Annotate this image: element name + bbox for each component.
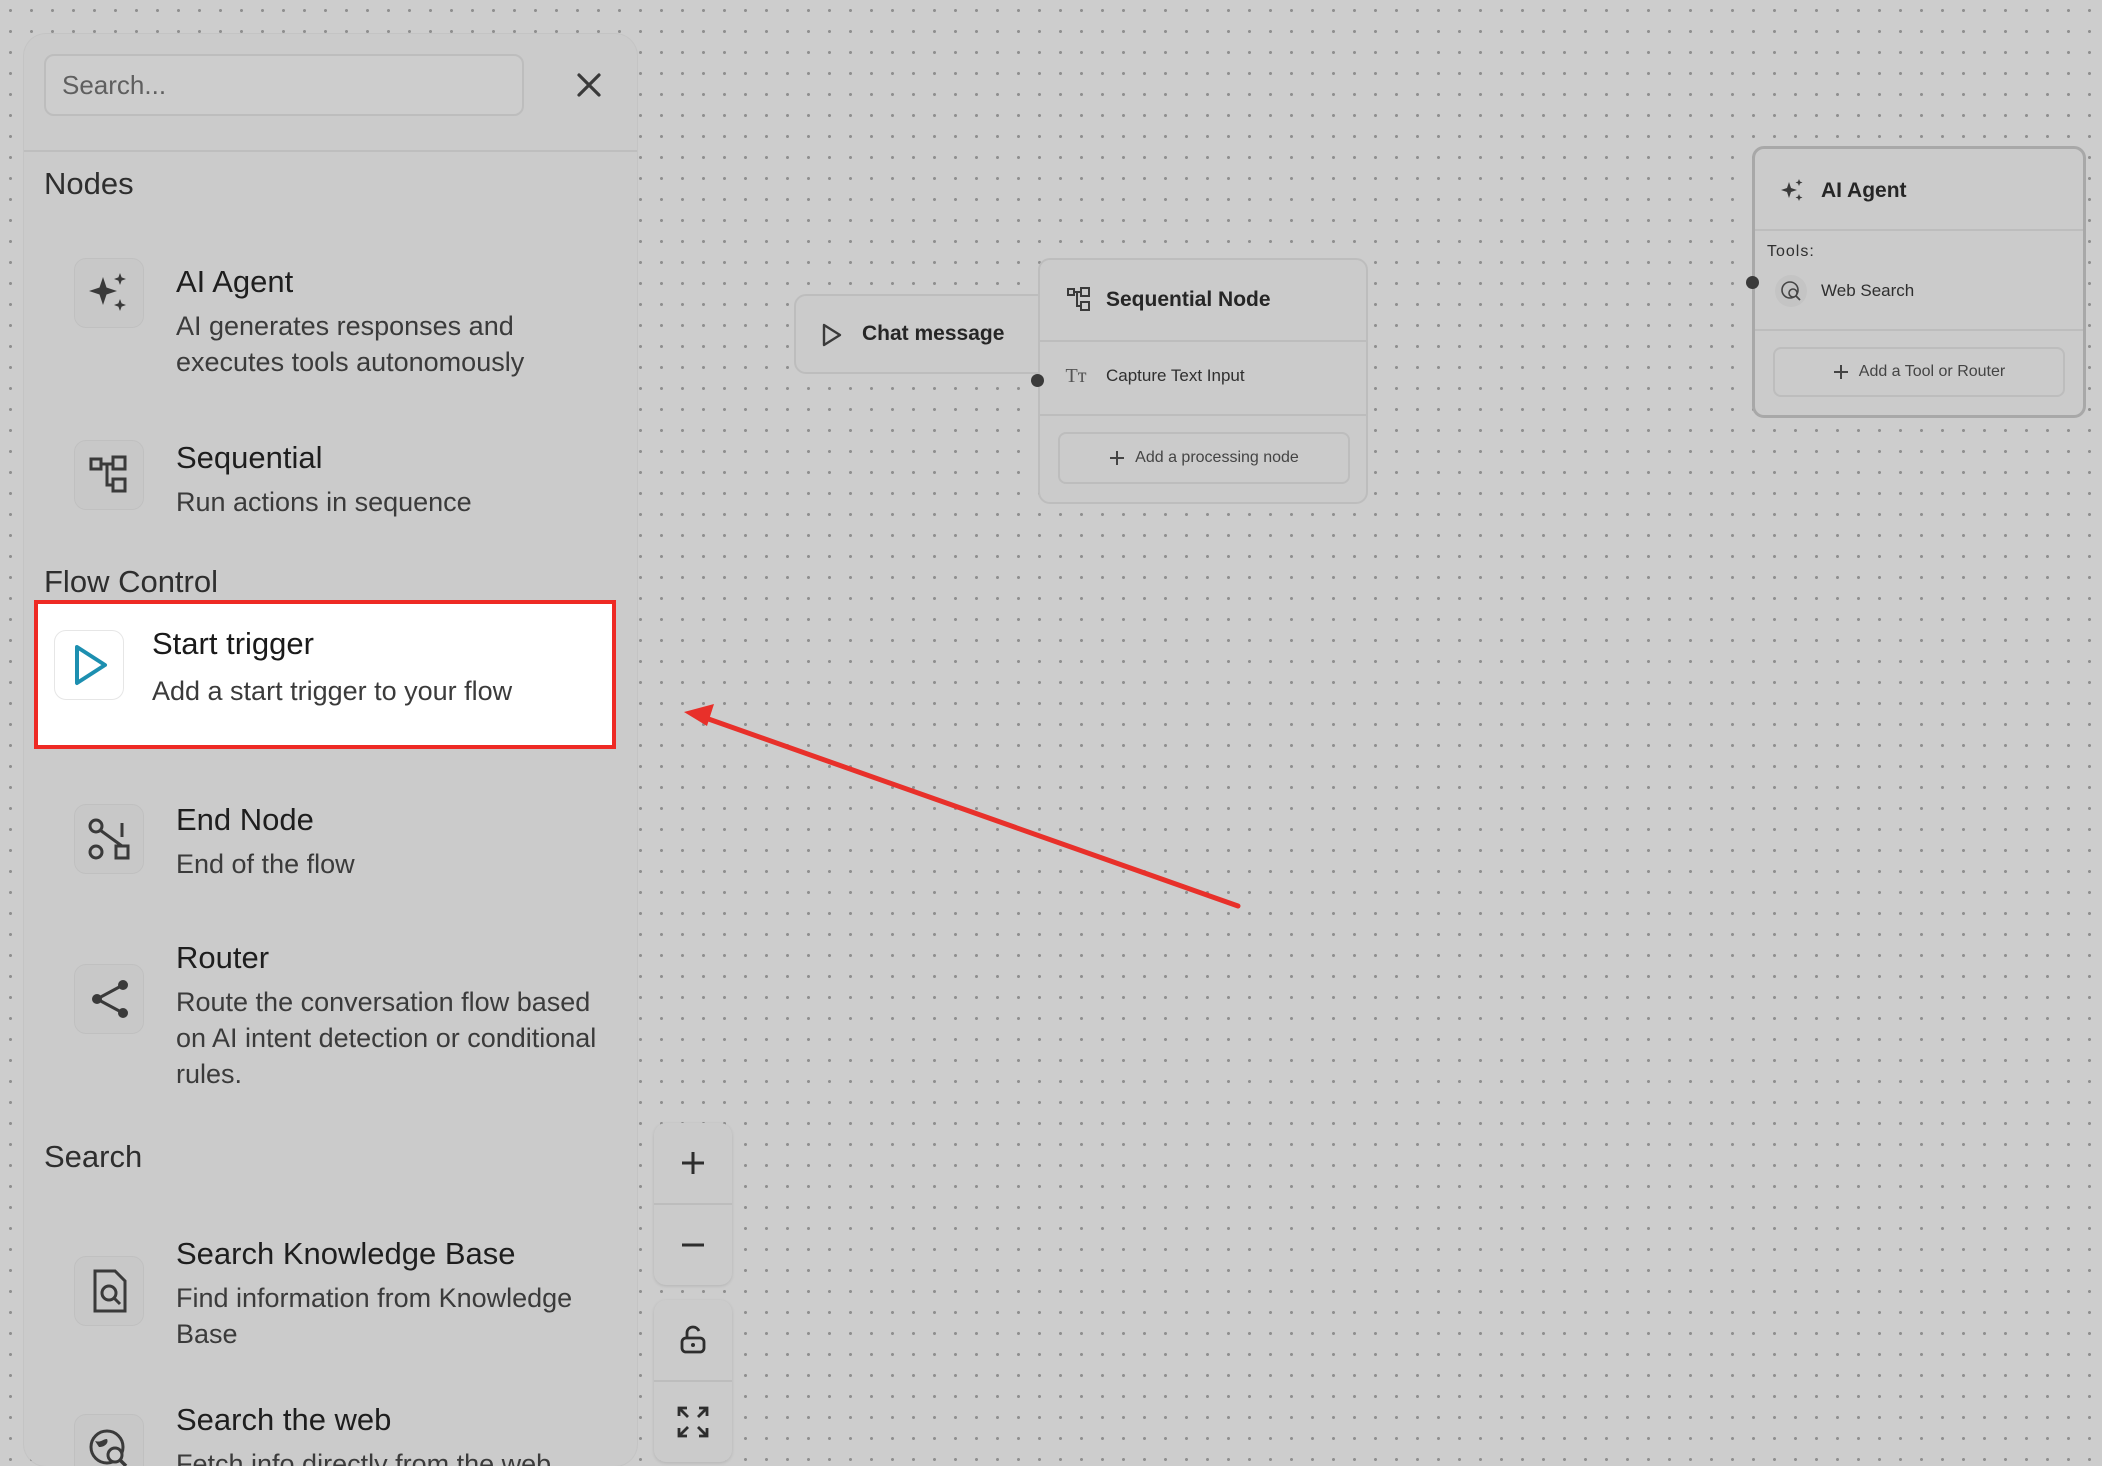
annotation-arrow <box>684 704 1241 909</box>
